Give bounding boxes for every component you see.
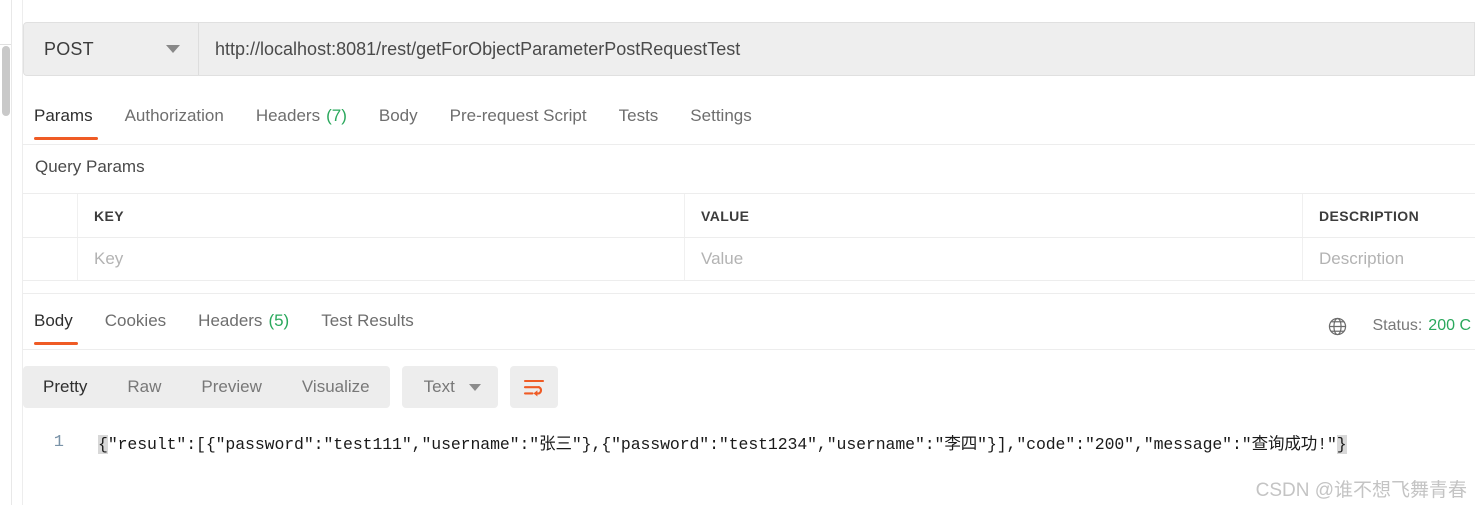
response-tab-bar: Body Cookies Headers (5) Test Results [23, 303, 430, 349]
column-header-description: DESCRIPTION [1319, 207, 1420, 224]
request-tab-params[interactable]: Params [23, 98, 109, 144]
chevron-down-icon [166, 45, 180, 53]
line-number: 1 [53, 432, 64, 452]
chevron-down-icon [468, 383, 481, 391]
response-body-viewer[interactable]: 1 {"result":[{"password":"test111","user… [23, 422, 1475, 462]
response-tab-headers-label: Headers [198, 311, 263, 330]
column-header-key: KEY [94, 207, 124, 224]
header-cell-checkbox [23, 194, 78, 237]
query-params-title: Query Params [35, 157, 145, 176]
left-rail [0, 0, 12, 505]
response-status-area: Status: 200 C [1327, 303, 1475, 349]
request-tab-bar: Params Authorization Headers (7) Body Pr… [23, 98, 768, 144]
table-header-row: KEY VALUE DESCRIPTION [23, 193, 1475, 237]
query-params-table: KEY VALUE DESCRIPTION Key Value Descript… [23, 193, 1475, 281]
view-mode-preview-label: Preview [201, 377, 262, 396]
request-tab-body[interactable]: Body [363, 98, 434, 144]
vertical-scrollbar-thumb[interactable] [2, 46, 10, 116]
request-tab-authorization[interactable]: Authorization [109, 98, 240, 144]
rail-border [11, 0, 12, 505]
response-format-selector[interactable]: Text [401, 366, 498, 408]
view-mode-visualize-label: Visualize [301, 377, 370, 396]
wrap-text-button[interactable] [509, 366, 558, 408]
key-input[interactable]: Key [94, 249, 123, 269]
request-tab-params-label: Params [34, 106, 93, 125]
header-cell-description: DESCRIPTION [1303, 194, 1475, 237]
response-tab-test-results-label: Test Results [321, 311, 414, 330]
row-checkbox-cell[interactable] [23, 238, 78, 280]
view-mode-group: Pretty Raw Preview Visualize [23, 366, 390, 408]
request-tab-settings-label: Settings [690, 106, 752, 125]
url-input[interactable]: http://localhost:8081/rest/getForObjectP… [199, 23, 1474, 75]
view-mode-pretty[interactable]: Pretty [23, 366, 107, 408]
description-input[interactable]: Description [1319, 249, 1404, 269]
response-tab-headers[interactable]: Headers (5) [182, 303, 305, 349]
http-method-label: POST [44, 38, 94, 59]
response-tab-headers-count: (5) [268, 311, 290, 330]
url-bar: POST http://localhost:8081/rest/getForOb… [23, 22, 1475, 76]
response-viewer-toolbar: Pretty Raw Preview Visualize Text [23, 366, 558, 408]
request-tab-pre-request-script-label: Pre-request Script [449, 106, 587, 125]
http-method-selector[interactable]: POST [24, 23, 199, 75]
response-tab-cookies-label: Cookies [104, 311, 167, 330]
request-tab-body-label: Body [378, 106, 418, 125]
request-tab-tests-label: Tests [618, 106, 659, 125]
request-tabs-divider [23, 144, 1475, 145]
status-label: Status: [1372, 317, 1423, 334]
header-cell-value: VALUE [685, 194, 1303, 237]
row-description-cell[interactable]: Description [1303, 238, 1475, 280]
response-tab-body[interactable]: Body [23, 303, 89, 349]
request-tab-headers[interactable]: Headers (7) [240, 98, 363, 144]
request-tab-settings[interactable]: Settings [674, 98, 767, 144]
view-mode-raw[interactable]: Raw [107, 366, 181, 408]
watermark: CSDN @谁不想飞舞青春 [1255, 480, 1467, 501]
request-tab-headers-label: Headers [255, 106, 321, 125]
response-tab-test-results[interactable]: Test Results [305, 303, 430, 349]
response-format-label: Text [423, 377, 455, 396]
value-input[interactable]: Value [701, 249, 743, 269]
header-cell-key: KEY [78, 194, 685, 237]
open-brace: { [98, 435, 108, 454]
response-body-content: "result":[{"password":"test111","usernam… [107, 435, 1337, 454]
table-row: Key Value Description [23, 237, 1475, 281]
view-mode-pretty-label: Pretty [43, 377, 88, 396]
response-tab-cookies[interactable]: Cookies [89, 303, 182, 349]
row-key-cell[interactable]: Key [78, 238, 685, 280]
request-tab-pre-request-script[interactable]: Pre-request Script [434, 98, 603, 144]
response-section-divider [23, 293, 1475, 294]
response-body-line[interactable]: {"result":[{"password":"test111","userna… [98, 430, 1347, 454]
view-mode-preview[interactable]: Preview [181, 366, 281, 408]
request-tab-tests[interactable]: Tests [603, 98, 675, 144]
close-brace: } [1336, 435, 1347, 454]
column-header-value: VALUE [701, 207, 750, 224]
response-tabs-divider [23, 349, 1475, 350]
wrap-text-icon [523, 379, 544, 396]
request-tab-headers-count: (7) [326, 106, 347, 125]
view-mode-visualize[interactable]: Visualize [282, 366, 390, 408]
row-value-cell[interactable]: Value [685, 238, 1303, 280]
response-tab-body-label: Body [34, 311, 73, 330]
status-badge: 200 C [1428, 317, 1471, 334]
globe-icon[interactable] [1327, 316, 1348, 337]
postman-request-response-view: POST http://localhost:8081/rest/getForOb… [0, 0, 1475, 505]
view-mode-raw-label: Raw [127, 377, 162, 396]
request-tab-authorization-label: Authorization [124, 106, 224, 125]
